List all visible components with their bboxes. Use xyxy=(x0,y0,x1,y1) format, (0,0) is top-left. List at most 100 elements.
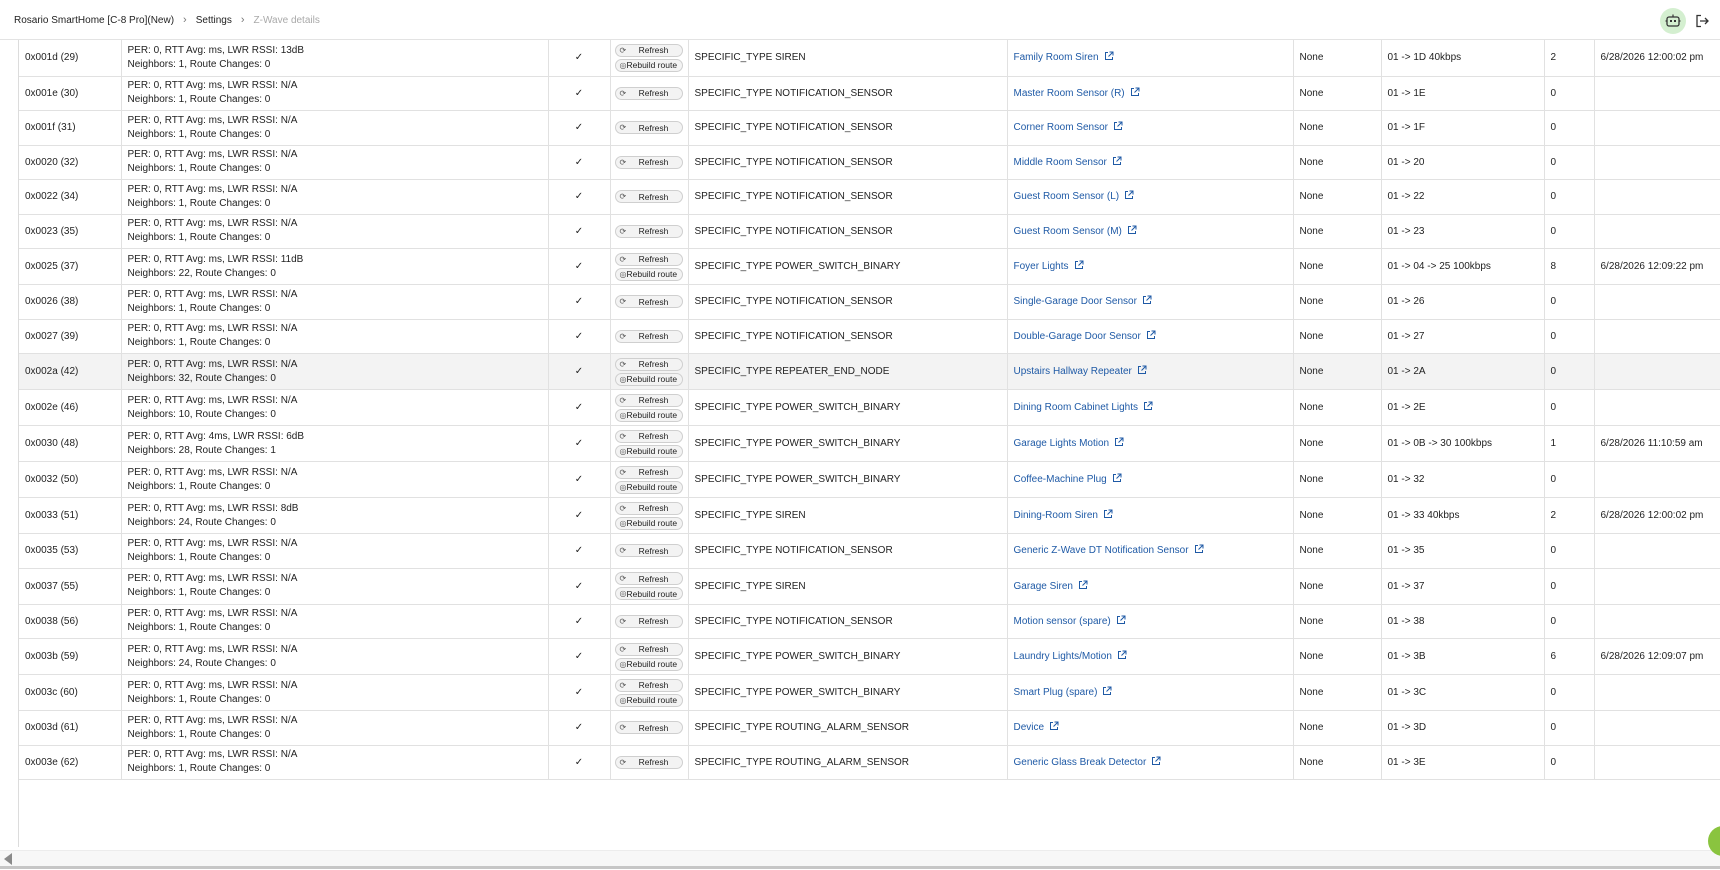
device-link[interactable]: Garage Lights Motion xyxy=(1014,438,1110,449)
device-link[interactable]: Laundry Lights/Motion xyxy=(1014,651,1112,662)
device-link[interactable]: Double-Garage Door Sensor xyxy=(1014,331,1141,342)
rebuild-route-button[interactable]: ◎ Rebuild route xyxy=(614,58,683,72)
device-link[interactable]: Coffee-Machine Plug xyxy=(1014,474,1107,485)
scroll-left-icon[interactable] xyxy=(4,853,12,865)
external-link-icon[interactable] xyxy=(1049,721,1059,734)
refresh-button[interactable]: ⟳ Refresh xyxy=(614,224,683,238)
external-link-icon[interactable] xyxy=(1143,401,1153,414)
device-link[interactable]: Generic Z-Wave DT Notification Sensor xyxy=(1014,545,1189,556)
table-row: 0x0026 (38) PER: 0, RTT Avg: ms, LWR RSS… xyxy=(19,284,1720,320)
external-link-icon[interactable] xyxy=(1074,260,1084,273)
route-cell: 01 -> 32 xyxy=(1381,461,1545,498)
refresh-button[interactable]: ⟳ Refresh xyxy=(614,721,683,735)
breadcrumb-hub[interactable]: Rosario SmartHome [C-8 Pro](New) xyxy=(14,15,174,26)
external-link-icon[interactable] xyxy=(1194,544,1204,557)
external-link-icon[interactable] xyxy=(1104,51,1114,64)
device-link[interactable]: Dining-Room Siren xyxy=(1014,510,1098,521)
external-link-icon[interactable] xyxy=(1116,615,1126,628)
refresh-button[interactable]: ⟳ Refresh xyxy=(614,252,683,266)
logout-icon[interactable] xyxy=(1692,11,1712,31)
device-link[interactable]: Smart Plug (spare) xyxy=(1014,687,1098,698)
refresh-button[interactable]: ⟳ Refresh xyxy=(614,755,683,769)
refresh-button[interactable]: ⟳ Refresh xyxy=(614,501,683,515)
external-link-icon[interactable] xyxy=(1142,295,1152,308)
route-cell: 01 -> 22 xyxy=(1381,179,1545,215)
security-cell: None xyxy=(1293,638,1382,675)
rebuild-route-button[interactable]: ◎ Rebuild route xyxy=(614,267,683,281)
refresh-button[interactable]: ⟳ Refresh xyxy=(614,155,683,169)
device-link[interactable]: Master Room Sensor (R) xyxy=(1014,88,1125,99)
external-link-icon[interactable] xyxy=(1151,756,1161,769)
device-link[interactable]: Motion sensor (spare) xyxy=(1014,616,1111,627)
stats-line-1: PER: 0, RTT Avg: ms, LWR RSSI: N/A xyxy=(127,218,298,230)
rebuild-route-button[interactable]: ◎ Rebuild route xyxy=(614,408,683,422)
status-cell: ✓ xyxy=(548,248,611,285)
external-link-icon[interactable] xyxy=(1127,225,1137,238)
device-link[interactable]: Generic Glass Break Detector xyxy=(1014,757,1147,768)
table-row: 0x0032 (50) PER: 0, RTT Avg: ms, LWR RSS… xyxy=(19,461,1720,498)
device-link[interactable]: Device xyxy=(1014,722,1045,733)
horizontal-scrollbar[interactable] xyxy=(0,850,1720,870)
stats-cell: PER: 0, RTT Avg: ms, LWR RSSI: 11dB Neig… xyxy=(121,248,549,285)
device-link[interactable]: Middle Room Sensor xyxy=(1014,157,1107,168)
device-link[interactable]: Dining Room Cabinet Lights xyxy=(1014,402,1139,413)
refresh-button[interactable]: ⟳ Refresh xyxy=(614,43,683,57)
device-link[interactable]: Guest Room Sensor (M) xyxy=(1014,226,1122,237)
refresh-button[interactable]: ⟳ Refresh xyxy=(614,465,683,479)
scrollbar-track[interactable] xyxy=(0,850,1720,866)
scrollbar-thumb[interactable] xyxy=(0,866,1720,869)
external-link-icon[interactable] xyxy=(1078,580,1088,593)
refresh-label: Refresh xyxy=(638,157,669,168)
stats-line-2: Neighbors: 1, Route Changes: 0 xyxy=(127,587,271,598)
external-link-icon[interactable] xyxy=(1114,437,1124,450)
rebuild-route-button[interactable]: ◎ Rebuild route xyxy=(614,693,683,707)
external-link-icon[interactable] xyxy=(1117,650,1127,663)
refresh-button[interactable]: ⟳ Refresh xyxy=(614,614,683,628)
refresh-button[interactable]: ⟳ Refresh xyxy=(614,642,683,656)
device-cell: Generic Glass Break Detector xyxy=(1007,745,1294,780)
rebuild-route-button[interactable]: ◎ Rebuild route xyxy=(614,444,683,458)
refresh-button[interactable]: ⟳ Refresh xyxy=(614,86,683,100)
breadcrumb-settings[interactable]: Settings xyxy=(196,15,232,26)
node-id-cell: 0x003c (60) xyxy=(19,674,122,711)
stats-line-1: PER: 0, RTT Avg: ms, LWR RSSI: N/A xyxy=(127,323,298,335)
refresh-button[interactable]: ⟳ Refresh xyxy=(614,572,683,585)
external-link-icon[interactable] xyxy=(1103,509,1113,522)
external-link-icon[interactable] xyxy=(1124,190,1134,203)
device-link[interactable]: Family Room Siren xyxy=(1014,52,1099,63)
external-link-icon[interactable] xyxy=(1137,365,1147,378)
rebuild-route-button[interactable]: ◎ Rebuild route xyxy=(614,480,683,494)
refresh-button[interactable]: ⟳ Refresh xyxy=(614,357,683,371)
external-link-icon[interactable] xyxy=(1130,87,1140,100)
refresh-button[interactable]: ⟳ Refresh xyxy=(614,329,683,343)
refresh-button[interactable]: ⟳ Refresh xyxy=(614,121,683,135)
count-cell: 0 xyxy=(1544,76,1595,111)
device-link[interactable]: Upstairs Hallway Repeater xyxy=(1014,366,1132,377)
device-link[interactable]: Guest Room Sensor (L) xyxy=(1014,191,1120,202)
external-link-icon[interactable] xyxy=(1146,330,1156,343)
device-link[interactable]: Single-Garage Door Sensor xyxy=(1014,296,1137,307)
refresh-label: Refresh xyxy=(638,296,669,307)
stats-cell: PER: 0, RTT Avg: ms, LWR RSSI: N/A Neigh… xyxy=(121,745,549,780)
robot-icon[interactable] xyxy=(1660,8,1686,34)
external-link-icon[interactable] xyxy=(1112,473,1122,486)
device-link[interactable]: Garage Siren xyxy=(1014,581,1073,592)
device-link[interactable]: Corner Room Sensor xyxy=(1014,122,1108,133)
rebuild-route-button[interactable]: ◎ Rebuild route xyxy=(614,657,683,671)
refresh-button[interactable]: ⟳ Refresh xyxy=(614,678,683,692)
refresh-button[interactable]: ⟳ Refresh xyxy=(614,295,683,309)
external-link-icon[interactable] xyxy=(1102,686,1112,699)
route-value: 01 -> 1E xyxy=(1387,87,1426,99)
rebuild-route-button[interactable]: ◎ Rebuild route xyxy=(614,516,683,530)
node-id: 0x0035 (53) xyxy=(25,545,79,557)
device-link[interactable]: Foyer Lights xyxy=(1014,261,1069,272)
stats-cell: PER: 0, RTT Avg: ms, LWR RSSI: N/A Neigh… xyxy=(121,674,549,711)
refresh-button[interactable]: ⟳ Refresh xyxy=(614,393,683,407)
refresh-button[interactable]: ⟳ Refresh xyxy=(614,429,683,443)
rebuild-route-button[interactable]: ◎ Rebuild route xyxy=(614,587,683,600)
refresh-button[interactable]: ⟳ Refresh xyxy=(614,544,683,558)
external-link-icon[interactable] xyxy=(1113,121,1123,134)
refresh-button[interactable]: ⟳ Refresh xyxy=(614,190,683,204)
external-link-icon[interactable] xyxy=(1112,156,1122,169)
rebuild-route-button[interactable]: ◎ Rebuild route xyxy=(614,372,683,386)
